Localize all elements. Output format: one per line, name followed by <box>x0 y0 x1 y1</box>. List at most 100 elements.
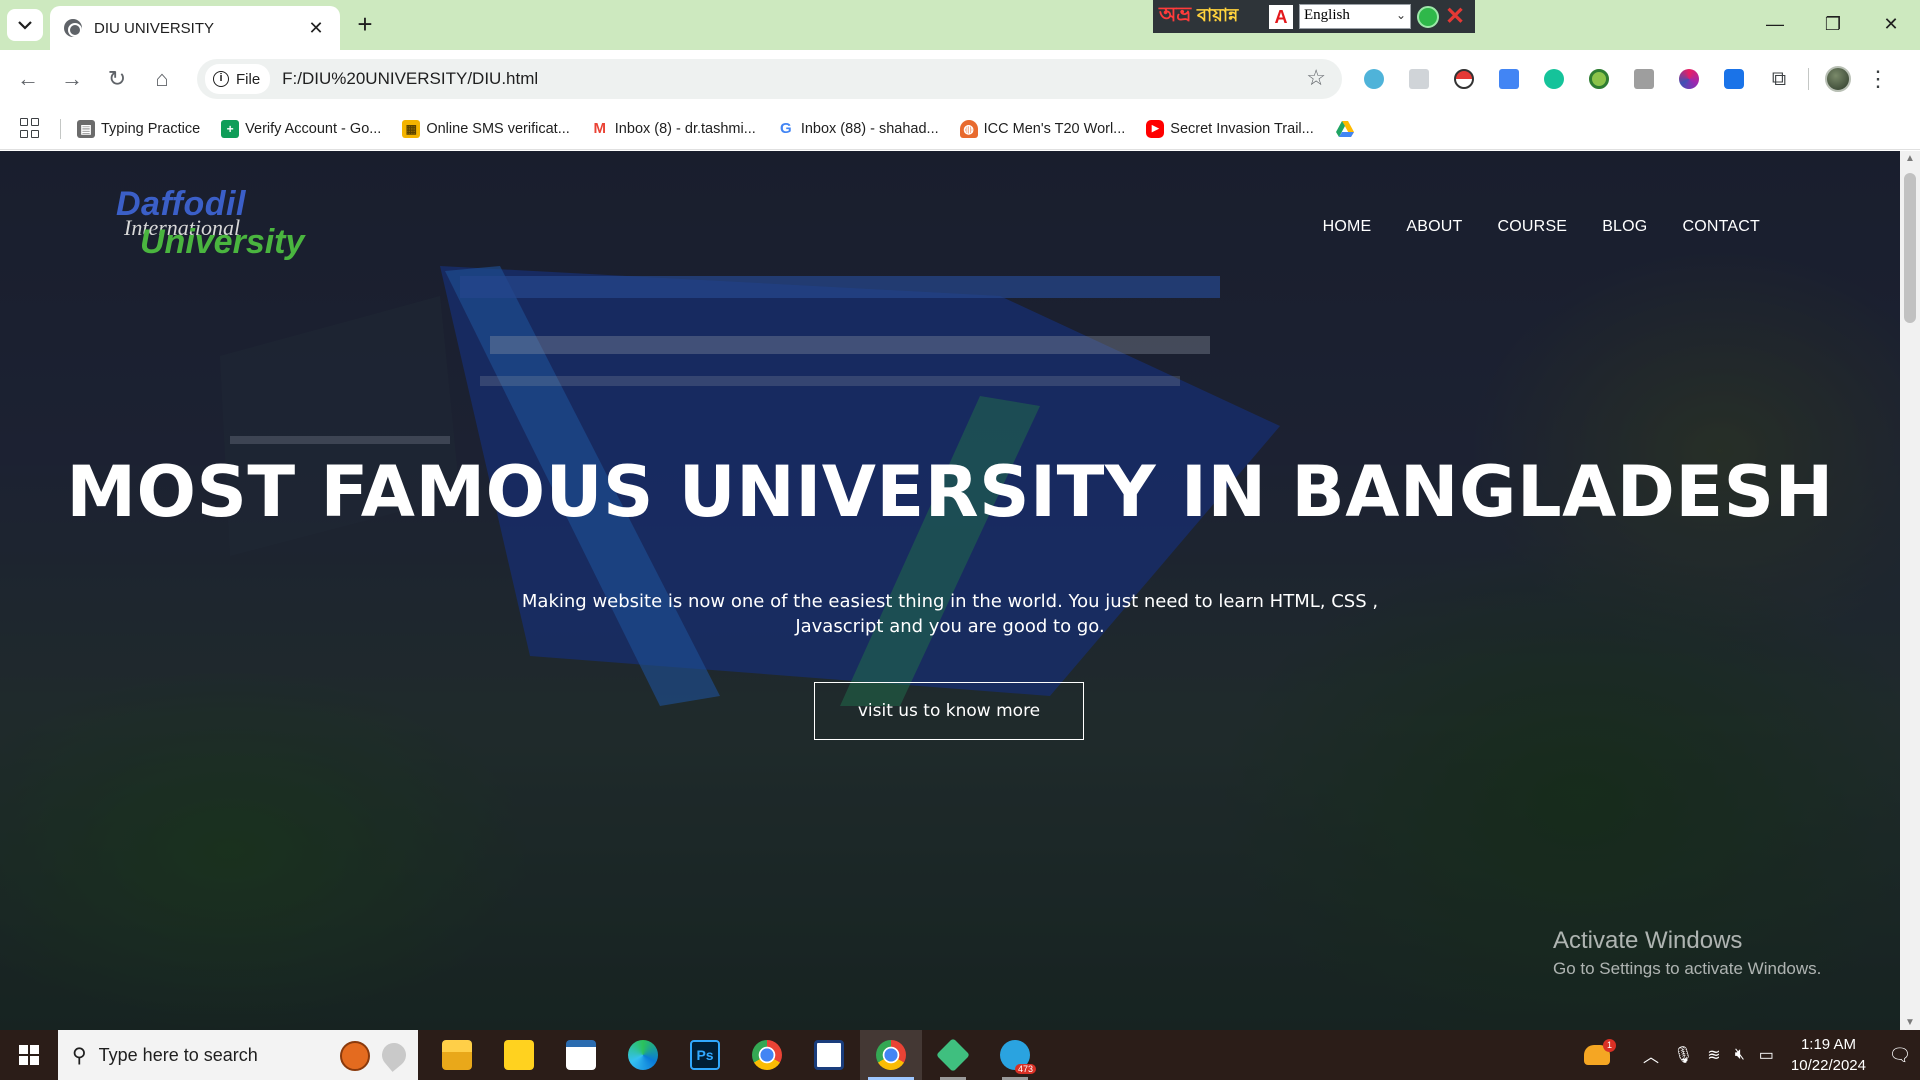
pdf-icon[interactable]: A <box>1269 4 1293 29</box>
extensions-row: ⧉ ⋮ <box>1358 63 1889 95</box>
kebab-menu-icon[interactable]: ⋮ <box>1867 68 1889 90</box>
telegram-app[interactable]: 473 <box>984 1030 1046 1080</box>
profile-avatar[interactable] <box>1822 63 1854 95</box>
telegram-badge: 473 <box>1014 1064 1036 1074</box>
scroll-thumb[interactable] <box>1904 173 1916 323</box>
chrome-icon <box>752 1040 782 1070</box>
taskbar-search[interactable]: ⚲ Type here to search <box>58 1030 418 1080</box>
restore-button[interactable]: ❐ <box>1804 0 1862 48</box>
colorful-extension-icon[interactable] <box>1673 63 1705 95</box>
activate-title: Activate Windows <box>1553 927 1743 954</box>
diu-logo[interactable]: Daffodil International University <box>112 185 312 265</box>
notifications-icon[interactable]: 🗨︎ <box>1880 1030 1920 1080</box>
bracket-app[interactable] <box>798 1030 860 1080</box>
reload-icon[interactable]: ↻ <box>101 63 133 95</box>
tag-extension-icon[interactable] <box>1718 63 1750 95</box>
bookmark-star-icon[interactable]: ☆ <box>1306 65 1326 91</box>
green-circle-extension-icon[interactable] <box>1583 63 1615 95</box>
screenshot-extension-icon[interactable] <box>1403 63 1435 95</box>
translate-extension-icon[interactable] <box>1493 63 1525 95</box>
system-tray: 1 ︿ 🎙︎ ≋ 🔇︎ ▭ 1:19 AM 10/22/2024 🗨︎ <box>1583 1030 1920 1080</box>
player-icon <box>504 1040 534 1070</box>
extensions-puzzle-icon[interactable]: ⧉ <box>1763 63 1795 95</box>
nav-course[interactable]: COURSE <box>1498 218 1568 236</box>
nav-about[interactable]: ABOUT <box>1406 218 1462 236</box>
new-tab-button[interactable]: + <box>350 10 380 40</box>
wifi-icon[interactable]: ≋ <box>1707 1045 1720 1065</box>
edge-app[interactable] <box>612 1030 674 1080</box>
bookmark-google-inbox-88[interactable]: G Inbox (88) - shahad... <box>776 119 939 138</box>
download-arrow-icon[interactable] <box>1417 5 1439 28</box>
bookmark-label: Secret Invasion Trail... <box>1170 120 1314 137</box>
bookmark-icc-t20[interactable]: ◍ ICC Men's T20 Worl... <box>959 119 1125 138</box>
globe-icon <box>64 19 82 37</box>
grammarly-icon[interactable] <box>1538 63 1570 95</box>
player-app[interactable] <box>488 1030 550 1080</box>
url-text[interactable]: F:/DIU%20UNIVERSITY/DIU.html <box>282 69 538 89</box>
page-viewport: Daffodil International University HOME A… <box>0 151 1920 1030</box>
weather-icon[interactable]: 1 <box>1583 1039 1616 1065</box>
avro-logo[interactable]: অভ্র <box>1159 0 1191 33</box>
web-extension-icon[interactable] <box>1358 63 1390 95</box>
page-scrollbar[interactable]: ▲ ▼ <box>1900 151 1920 1030</box>
file-explorer-app[interactable] <box>426 1030 488 1080</box>
close-bar-icon[interactable]: ✕ <box>1445 4 1465 28</box>
tab-diu-university[interactable]: DIU UNIVERSITY ✕ <box>50 6 340 50</box>
apps-grid-icon[interactable] <box>20 117 42 140</box>
battery-icon[interactable]: ▭ <box>1759 1045 1774 1065</box>
start-button[interactable] <box>0 1030 58 1080</box>
visit-us-button[interactable]: visit us to know more <box>814 682 1084 740</box>
home-icon[interactable]: ⌂ <box>146 63 178 95</box>
photoshop-app[interactable]: Ps <box>674 1030 736 1080</box>
bookmark-google-drive[interactable] <box>1335 120 1355 138</box>
nav-home[interactable]: HOME <box>1323 218 1372 236</box>
google-sheets-plus-icon: + <box>221 119 240 138</box>
activate-windows-watermark: Activate Windows Go to Settings to activ… <box>1553 927 1821 979</box>
bookmark-verify-account[interactable]: + Verify Account - Go... <box>221 119 381 138</box>
address-bar[interactable]: i File F:/DIU%20UNIVERSITY/DIU.html ☆ <box>197 59 1342 99</box>
tab-search-button[interactable] <box>7 9 43 41</box>
back-arrow-icon[interactable]: ← <box>12 63 44 95</box>
chrome-app[interactable] <box>736 1030 798 1080</box>
shuttlecock-icon <box>377 1038 411 1072</box>
forward-arrow-icon[interactable]: → <box>56 63 88 95</box>
bayanno-label[interactable]: বায়ান্ন <box>1197 1 1263 32</box>
language-value: English <box>1304 7 1350 23</box>
clock[interactable]: 1:19 AM 10/22/2024 <box>1791 1034 1866 1076</box>
bookmarks-bar: ▤ Typing Practice + Verify Account - Go.… <box>0 108 1920 150</box>
diamond-app[interactable] <box>922 1030 984 1080</box>
scroll-down-arrow-icon[interactable]: ▼ <box>1905 1017 1915 1028</box>
clock-time: 1:19 AM <box>1800 1036 1856 1053</box>
close-window-button[interactable]: ✕ <box>1862 0 1920 48</box>
chevron-up-icon[interactable]: ︿ <box>1643 1043 1659 1067</box>
gmail-icon: M <box>590 119 609 138</box>
weather-badge: 1 <box>1602 1039 1616 1052</box>
hero-section: Daffodil International University HOME A… <box>0 151 1900 1030</box>
info-icon: i <box>213 71 229 87</box>
speaker-muted-icon[interactable]: 🔇︎ <box>1735 1046 1745 1064</box>
bookmark-online-sms[interactable]: ▦ Online SMS verificat... <box>402 119 570 138</box>
microphone-icon[interactable]: 🎙︎ <box>1673 1045 1693 1065</box>
site-info-chip[interactable]: i File <box>205 64 271 94</box>
window-app[interactable] <box>550 1030 612 1080</box>
icc-icon: ◍ <box>959 119 978 138</box>
tab-title: DIU UNIVERSITY <box>94 19 215 37</box>
site-navigation: HOME ABOUT COURSE BLOG CONTACT <box>1323 218 1760 236</box>
bookmark-label: Inbox (88) - shahad... <box>800 120 939 137</box>
bookmark-secret-invasion[interactable]: ▶ Secret Invasion Trail... <box>1146 119 1314 138</box>
scroll-up-arrow-icon[interactable]: ▲ <box>1905 153 1915 164</box>
minimize-button[interactable]: — <box>1746 0 1804 48</box>
copy-extension-icon[interactable] <box>1628 63 1660 95</box>
bookmark-typing-practice[interactable]: ▤ Typing Practice <box>77 119 200 138</box>
nav-blog[interactable]: BLOG <box>1602 218 1647 236</box>
pokeball-extension-icon[interactable] <box>1448 63 1480 95</box>
language-select[interactable]: English ⌄ <box>1299 4 1411 29</box>
nav-contact[interactable]: CONTACT <box>1682 218 1760 236</box>
taskbar-apps: Ps 473 <box>426 1030 1046 1080</box>
diamond-icon <box>936 1038 970 1072</box>
close-tab-icon[interactable]: ✕ <box>306 18 326 39</box>
bookmarks-divider <box>60 118 61 139</box>
basketball-icon <box>340 1041 370 1071</box>
bookmark-gmail-inbox-8[interactable]: M Inbox (8) - dr.tashmi... <box>590 119 756 138</box>
chrome-profile-app[interactable] <box>860 1030 922 1080</box>
